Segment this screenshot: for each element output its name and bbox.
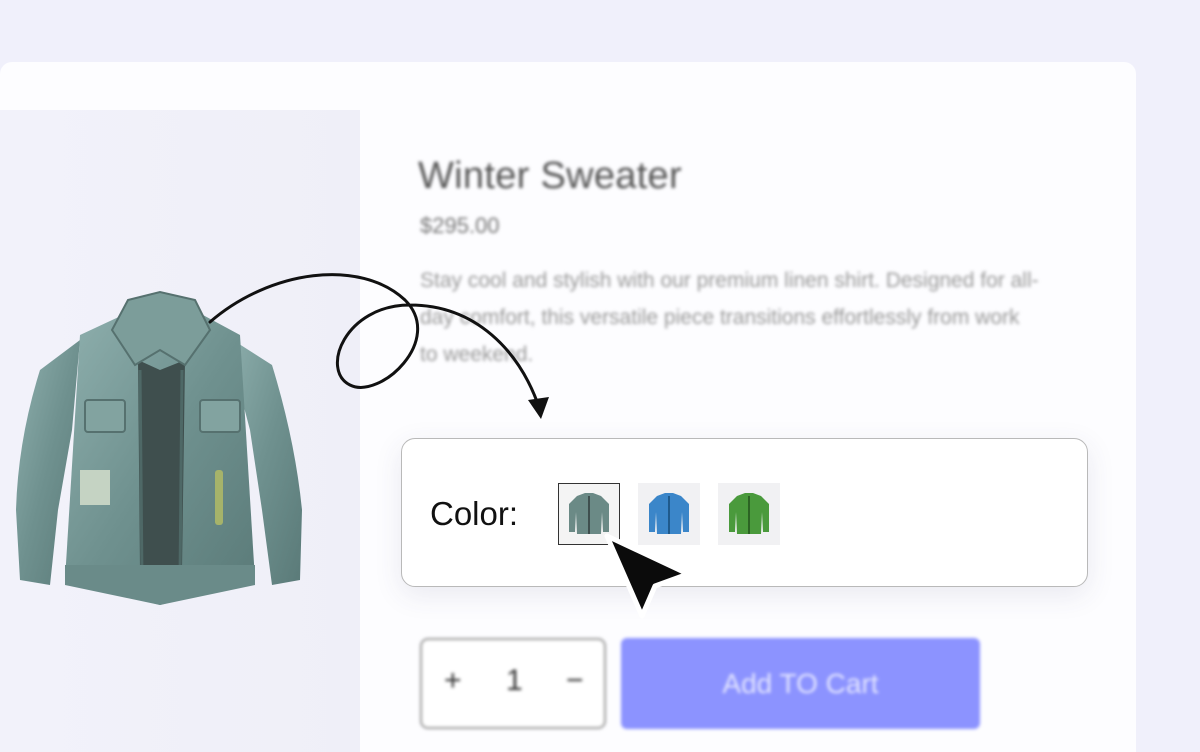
color-picker: Color: xyxy=(401,438,1088,587)
quantity-plus-button[interactable]: + xyxy=(444,664,462,698)
color-swatch-denim[interactable] xyxy=(558,483,620,545)
color-label: Color: xyxy=(430,495,519,532)
color-swatch-green[interactable] xyxy=(718,483,780,545)
jacket-icon xyxy=(649,493,689,534)
product-description: Stay cool and stylish with our premium l… xyxy=(420,269,1039,366)
quantity-minus-button[interactable]: − xyxy=(566,664,584,698)
quantity-stepper: + 1 − xyxy=(420,638,606,729)
jacket-icon xyxy=(569,493,609,534)
product-image xyxy=(10,280,310,610)
quantity-value: 1 xyxy=(506,664,523,697)
add-to-cart-button[interactable]: Add TO Cart xyxy=(621,638,980,729)
product-title: Winter Sweater xyxy=(418,155,682,197)
color-swatch-blue[interactable] xyxy=(638,483,700,545)
jacket-icon xyxy=(16,290,302,605)
product-price: $295.00 xyxy=(420,213,500,238)
jacket-icon xyxy=(729,493,769,534)
